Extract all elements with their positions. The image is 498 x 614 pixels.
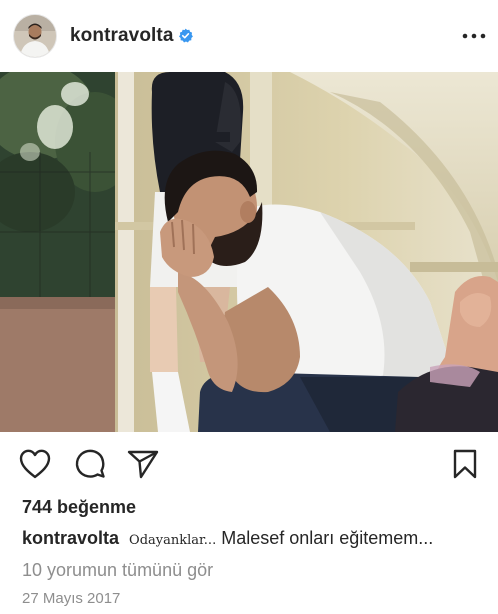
- save-button[interactable]: [450, 448, 480, 480]
- share-icon: [127, 450, 159, 479]
- caption: kontravolta Odayanklar... Malesef onları …: [22, 527, 433, 552]
- caption-text: Malesef onları eğitemem...: [216, 528, 434, 548]
- comment-button[interactable]: [73, 448, 107, 480]
- heart-icon: [19, 449, 51, 479]
- profile-avatar[interactable]: [14, 15, 56, 57]
- likes-count[interactable]: 744 beğenme: [22, 496, 136, 518]
- post-photo[interactable]: [0, 72, 498, 432]
- post-header: kontravolta: [0, 0, 498, 72]
- comment-icon: [75, 449, 105, 478]
- like-button[interactable]: [18, 448, 52, 480]
- bookmark-icon: [453, 449, 477, 479]
- view-all-comments-link[interactable]: 10 yorumun tümünü gör: [22, 559, 213, 581]
- more-horizontal-icon: [462, 33, 486, 39]
- share-button[interactable]: [126, 448, 160, 480]
- avatar-image: [14, 15, 56, 57]
- caption-username[interactable]: kontravolta: [22, 528, 119, 548]
- post-photo-image: [0, 72, 498, 432]
- post-username[interactable]: kontravolta: [70, 24, 174, 48]
- more-options-button[interactable]: [459, 26, 489, 46]
- verified-badge-icon: [179, 28, 193, 43]
- instagram-post: kontravolta 744 beğenme kontravolta Oday…: [0, 0, 498, 614]
- post-date: 27 Mayıs 2017: [22, 590, 121, 607]
- caption-lead-text: Odayanklar...: [129, 533, 217, 548]
